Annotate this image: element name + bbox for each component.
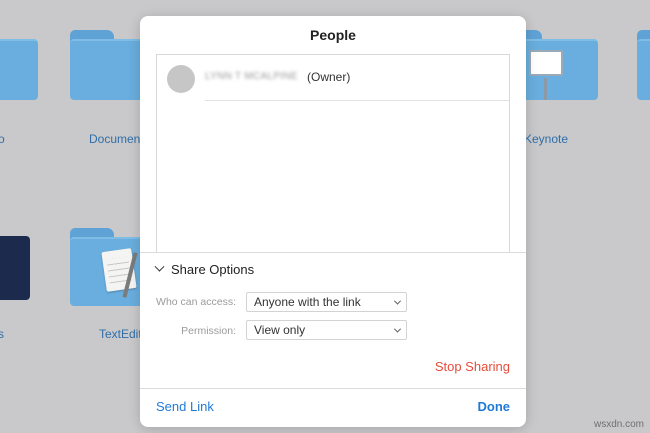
permission-label: Permission:	[181, 325, 236, 337]
divider	[140, 388, 526, 389]
watermark: wsxdn.com	[593, 419, 644, 430]
divider	[205, 100, 509, 101]
documents-folder-label: Documen	[89, 132, 141, 146]
dialog-title: People	[310, 27, 356, 43]
stop-sharing-button[interactable]: Stop Sharing	[435, 359, 510, 374]
done-button[interactable]: Done	[478, 399, 511, 414]
textedit-folder-label: TextEdit	[99, 327, 142, 341]
folder-icon[interactable]	[637, 30, 650, 100]
send-link-button[interactable]: Send Link	[156, 399, 214, 414]
person-name: LYNN T MCALPINE	[205, 71, 298, 82]
who-can-access-value: Anyone with the link	[254, 295, 361, 309]
chevron-down-icon	[154, 261, 165, 272]
people-dialog: People LYNN T MCALPINE (Owner) Share Opt…	[140, 16, 526, 427]
people-list: LYNN T MCALPINE (Owner)	[156, 54, 510, 252]
app-label: s	[0, 327, 4, 341]
keynote-app-icon	[529, 50, 563, 76]
share-options-label: Share Options	[171, 262, 255, 277]
keynote-easel-leg	[544, 78, 547, 100]
person-row-owner[interactable]: LYNN T MCALPINE (Owner)	[157, 55, 509, 101]
permission-select[interactable]: View only	[246, 320, 407, 340]
chevron-down-icon	[388, 321, 406, 339]
who-can-access-label: Who can access:	[156, 296, 236, 308]
who-can-access-select[interactable]: Anyone with the link	[246, 292, 407, 312]
person-role: (Owner)	[307, 70, 351, 84]
folder-label: o	[0, 132, 5, 146]
keynote-folder-label: Keynote	[524, 132, 569, 146]
folder-icon[interactable]	[0, 30, 38, 100]
permission-value: View only	[254, 323, 306, 337]
share-options-toggle[interactable]: Share Options	[154, 261, 255, 277]
chevron-down-icon	[388, 293, 406, 311]
divider	[140, 252, 526, 253]
avatar	[167, 65, 195, 93]
app-icon[interactable]	[0, 236, 30, 300]
